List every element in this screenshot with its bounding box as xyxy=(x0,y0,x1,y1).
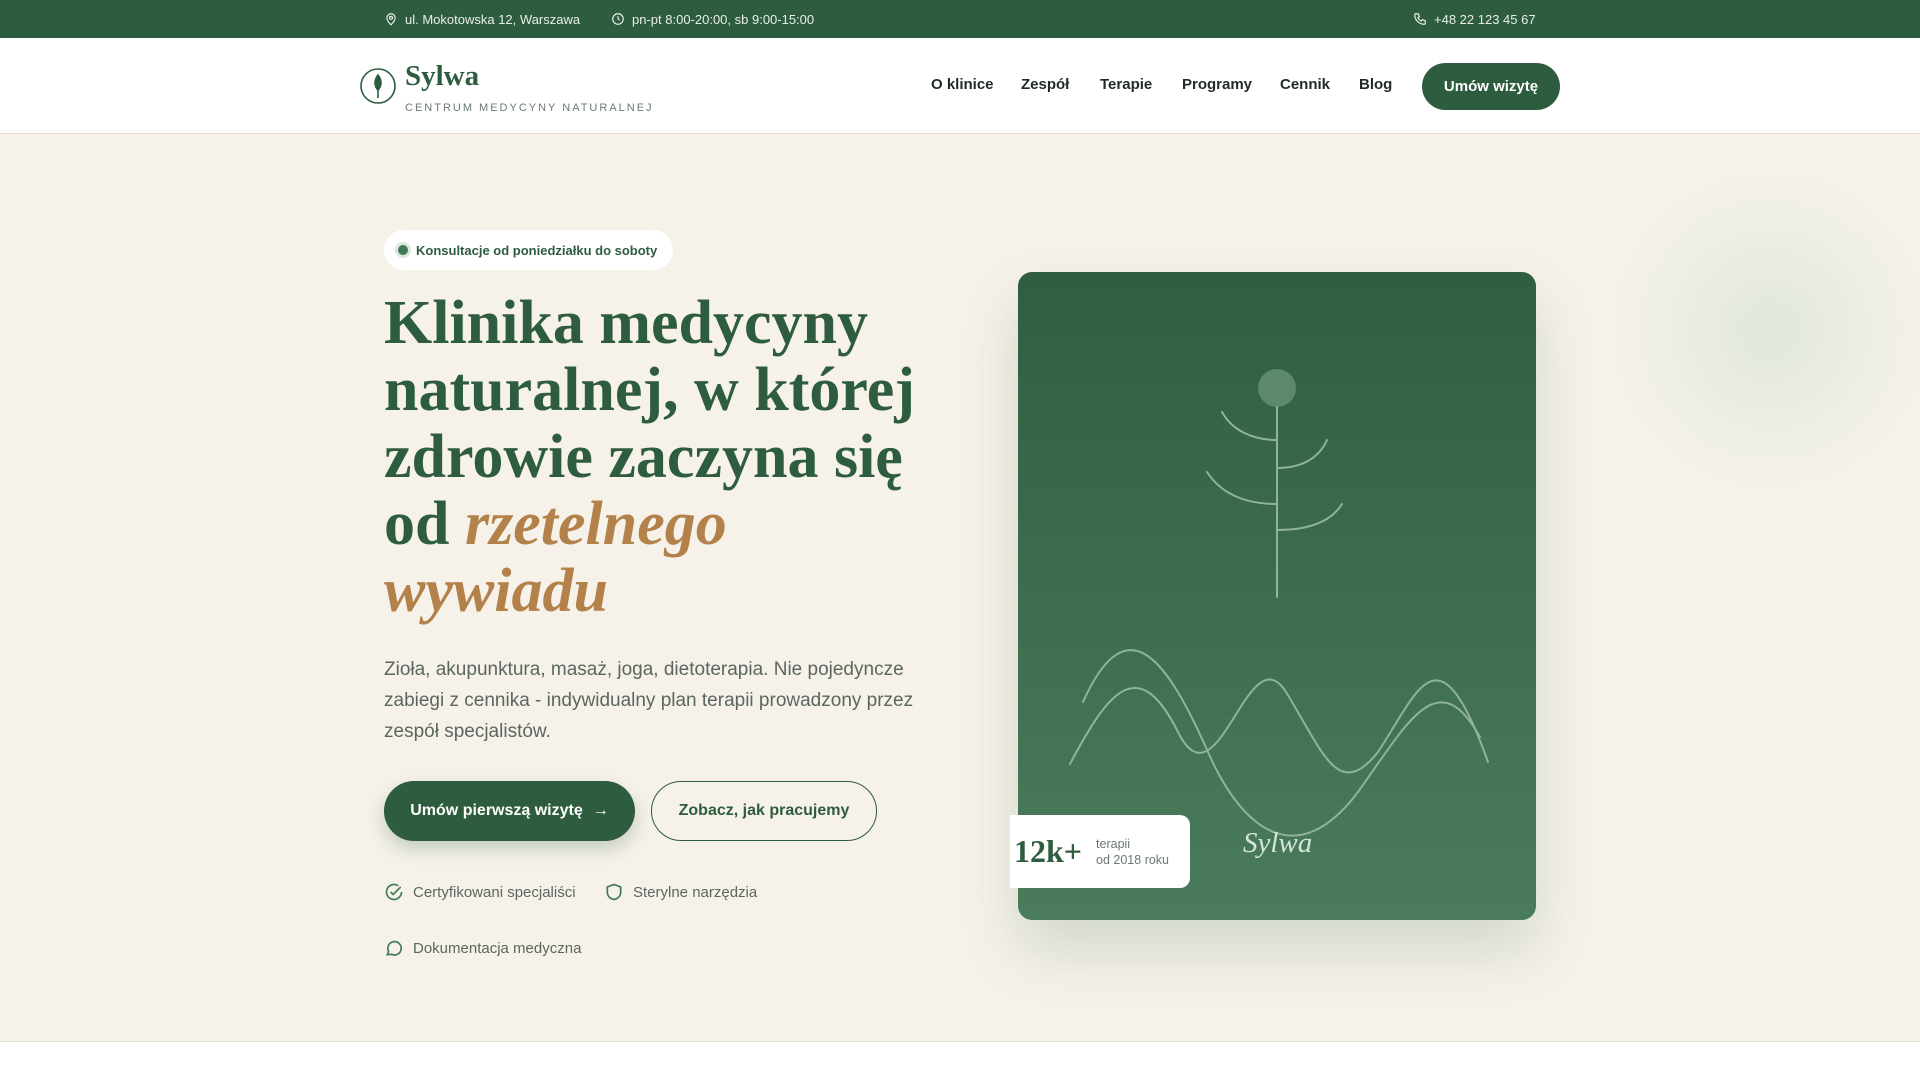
nav-item-o-klinice[interactable]: O klinice xyxy=(931,76,994,93)
feature-certified-text: Certyfikowani specjaliści xyxy=(413,883,576,901)
decorative-glow xyxy=(1600,160,1920,500)
headline-line-1: Klinika medycyny xyxy=(384,289,869,357)
phone-icon xyxy=(1414,13,1426,25)
book-visit-button[interactable]: Umów wizytę xyxy=(1422,63,1560,110)
hours-info: pn-pt 8:00-20:00, sb 9:00-15:00 xyxy=(611,0,814,38)
nav-item-terapie[interactable]: Terapie xyxy=(1100,76,1152,93)
brand-name: Sylwa xyxy=(405,60,480,92)
nav-item-zespol[interactable]: Zespół xyxy=(1021,76,1069,93)
stat-label-2: od 2018 roku xyxy=(1096,852,1170,867)
phone-link[interactable]: +48 22 123 45 67 xyxy=(1413,0,1536,38)
arrow-right-icon: → xyxy=(592,802,609,819)
next-section-edge xyxy=(0,1041,1920,1080)
site-header: Sylwa CENTRUM MEDYCYNY NATURALNEJ O klin… xyxy=(0,38,1920,134)
brand-tagline: CENTRUM MEDYCYNY NATURALNEJ xyxy=(405,102,654,114)
top-info-bar: ul. Mokotowska 12, Warszawa pn-pt 8:00-2… xyxy=(0,0,1920,38)
phone-text: +48 22 123 45 67 xyxy=(1434,11,1536,27)
headline-prefix: od xyxy=(384,490,465,558)
headline-line-3: zdrowie zaczyna się xyxy=(384,423,903,491)
feature-documentation-text: Dokumentacja medyczna xyxy=(413,939,582,957)
shield-icon xyxy=(606,883,622,901)
leaf-logo-icon xyxy=(360,68,396,104)
how-we-work-button[interactable]: Zobacz, jak pracujemy xyxy=(651,781,877,841)
feature-certified: Certyfikowani specjaliści xyxy=(384,882,576,902)
nav-item-blog[interactable]: Blog xyxy=(1359,76,1392,93)
hours-badge: Konsultacje od poniedziałku do soboty xyxy=(384,230,674,270)
stat-value: 12k+ xyxy=(1014,833,1083,869)
headline-line-2: naturalnej, w której xyxy=(384,356,915,424)
nav-item-cennik[interactable]: Cennik xyxy=(1280,76,1330,93)
hero-headline: Klinika medycyny naturalnej, w której zd… xyxy=(384,290,944,625)
card-signature: Sylwa xyxy=(1243,827,1313,859)
map-pin-icon xyxy=(386,13,396,26)
hours-text: pn-pt 8:00-20:00, sb 9:00-15:00 xyxy=(632,11,815,27)
hero-lead: Zioła, akupunktura, masaż, joga, dietote… xyxy=(384,659,914,742)
first-visit-label: Umów pierwszą wizytę xyxy=(410,802,583,819)
clock-icon xyxy=(612,13,624,25)
chat-icon xyxy=(386,940,402,956)
badge-text: Konsultacje od poniedziałku do soboty xyxy=(416,242,658,258)
nav-item-programy[interactable]: Programy xyxy=(1182,76,1252,93)
status-dot xyxy=(398,245,408,255)
stat-label: terapii od 2018 roku xyxy=(1096,836,1169,868)
feature-sterile: Sterylne narzędzia xyxy=(604,882,757,902)
feature-documentation: Dokumentacja medyczna xyxy=(384,938,581,958)
first-visit-button[interactable]: Umów pierwszą wizytę → xyxy=(384,781,635,841)
headline-accent-1: rzetelnego xyxy=(464,490,727,558)
feature-sterile-text: Sterylne narzędzia xyxy=(633,883,758,901)
stat-label-1: terapii xyxy=(1096,836,1131,851)
address-text: ul. Mokotowska 12, Warszawa xyxy=(405,11,581,27)
headline-accent-2: wywiadu xyxy=(384,557,608,625)
check-circle-icon xyxy=(385,883,403,901)
address-info: ul. Mokotowska 12, Warszawa xyxy=(384,0,580,38)
therapies-stat: 12k+ terapii od 2018 roku xyxy=(1010,815,1190,888)
